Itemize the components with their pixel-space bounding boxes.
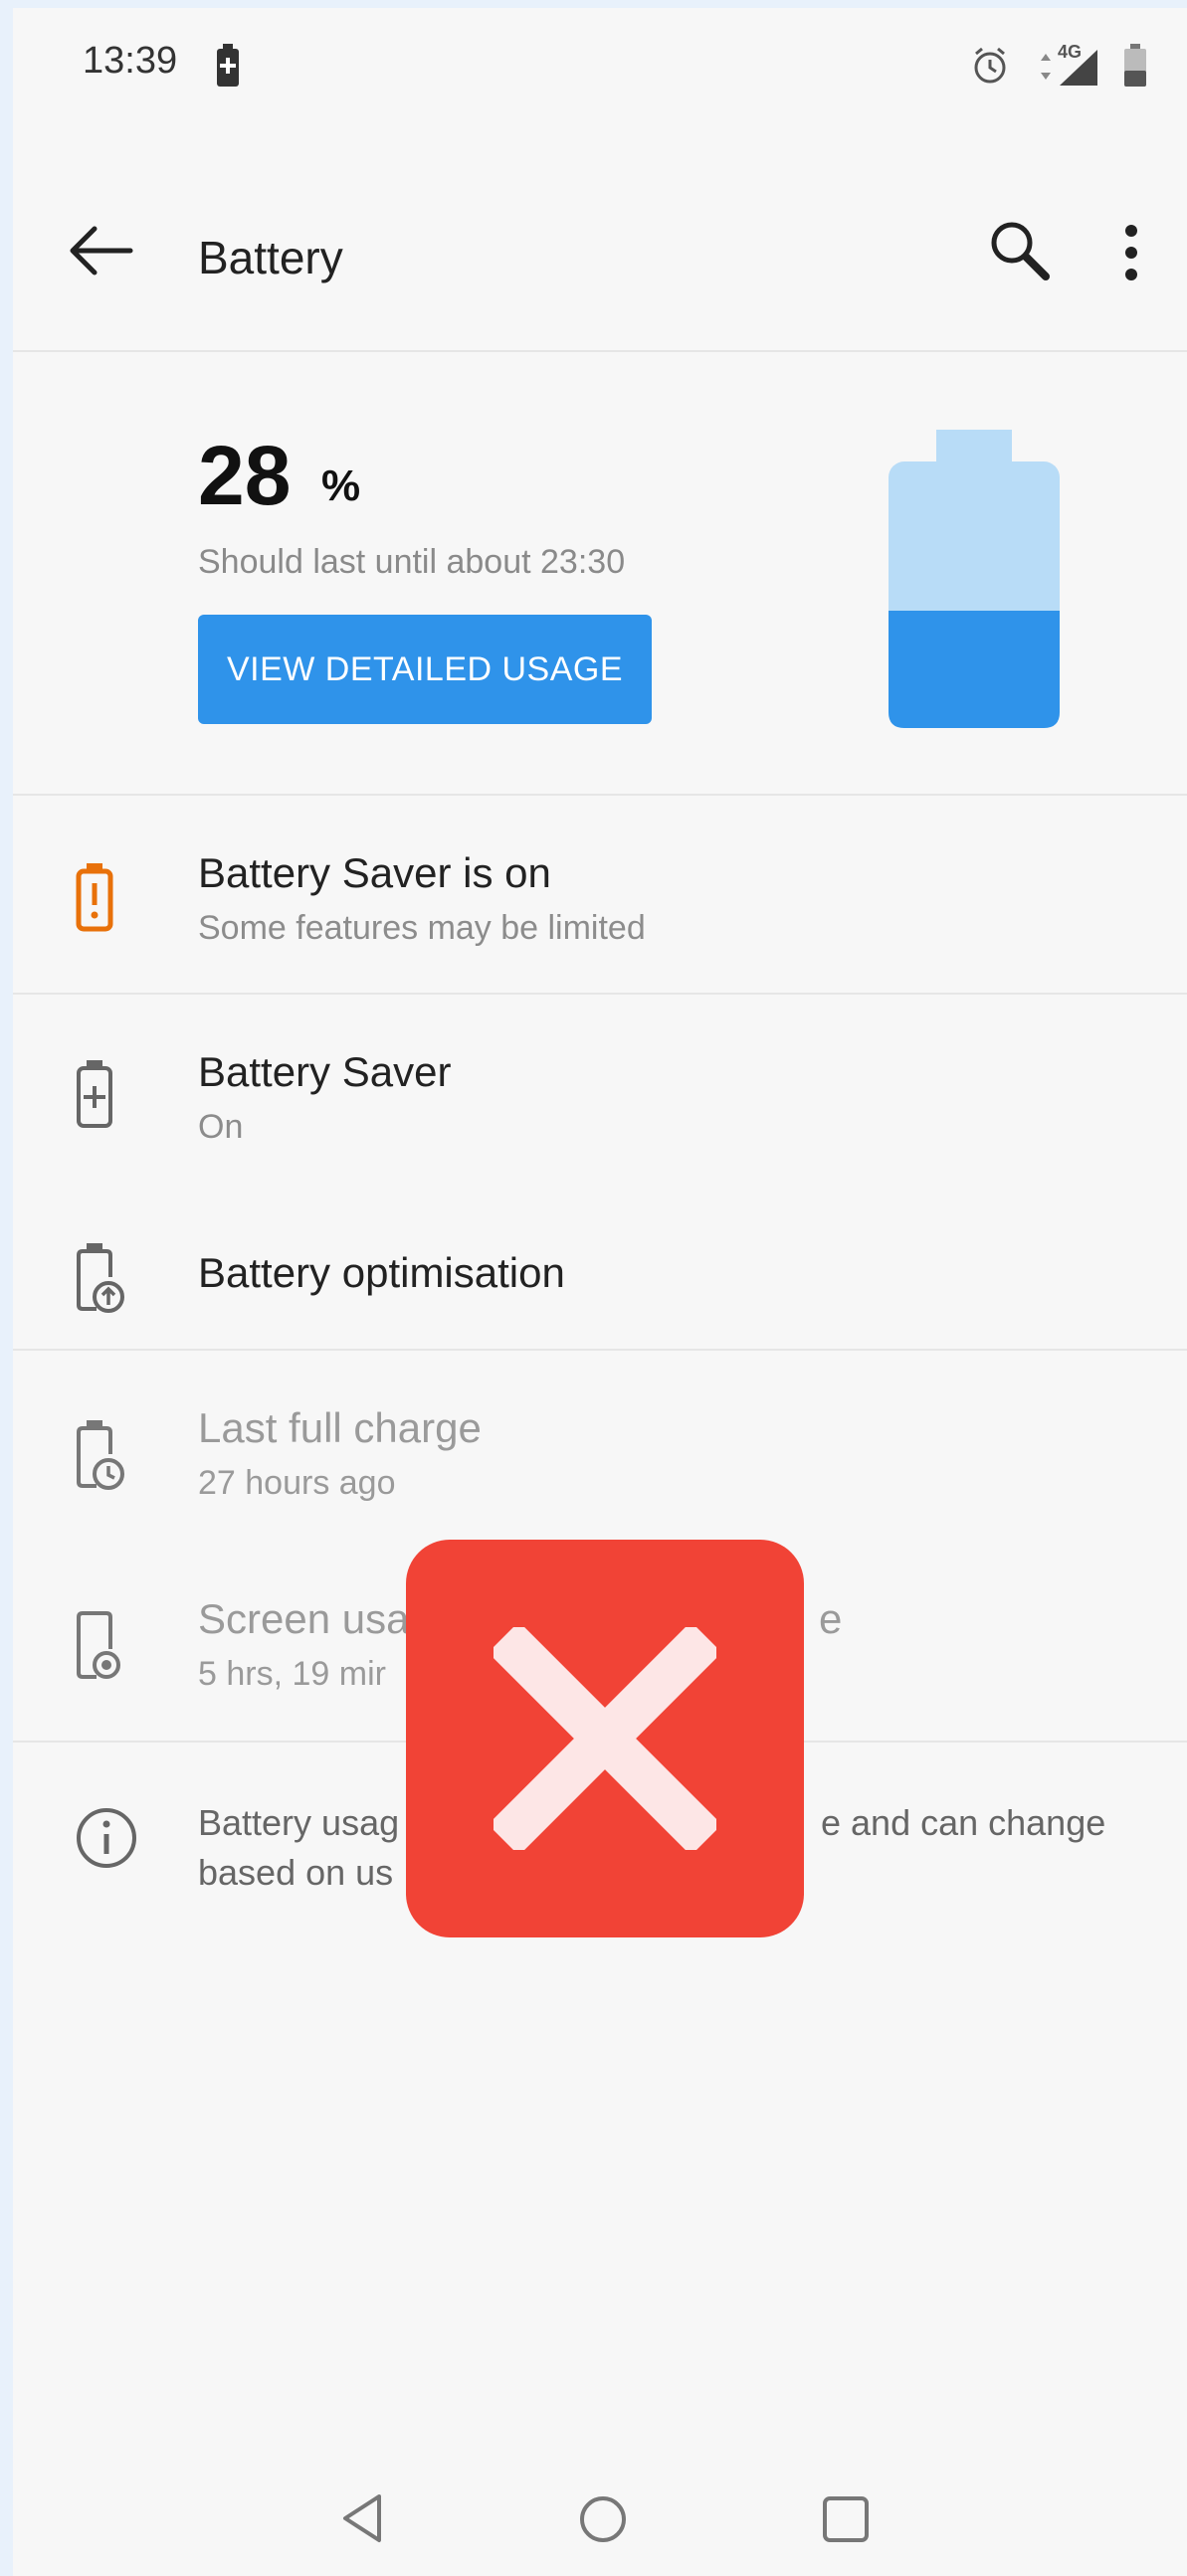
row-title: Last full charge bbox=[198, 1404, 482, 1451]
signal-icon bbox=[1060, 50, 1097, 86]
battery-plus-icon bbox=[77, 1060, 112, 1128]
divider bbox=[13, 1349, 1187, 1351]
battery-alert-icon bbox=[76, 863, 113, 932]
row-subtitle: On bbox=[198, 1108, 244, 1146]
battery-saver-alert-row[interactable]: Battery Saver is on Some features may be… bbox=[13, 804, 1187, 993]
battery-fill bbox=[889, 611, 1060, 728]
battery-clock-icon bbox=[77, 1420, 124, 1490]
battery-optimisation-icon bbox=[77, 1243, 124, 1313]
navigation-bar bbox=[13, 2435, 1187, 2574]
view-detailed-usage-button[interactable]: VIEW DETAILED USAGE bbox=[198, 615, 652, 724]
battery-optimisation-row[interactable]: Battery optimisation bbox=[13, 1192, 1187, 1351]
battery-saver-status-icon bbox=[217, 44, 239, 87]
error-overlay bbox=[406, 1540, 804, 1937]
page-title: Battery bbox=[198, 232, 343, 283]
info-text-line1-end: e and can change bbox=[821, 1802, 1106, 1843]
battery-percent: 28 bbox=[198, 429, 292, 522]
row-title: Battery Saver bbox=[198, 1048, 452, 1095]
home-circle-icon[interactable] bbox=[578, 2494, 628, 2544]
back-triangle-icon[interactable] bbox=[339, 2492, 385, 2544]
search-icon[interactable] bbox=[984, 215, 1056, 286]
percent-sign: % bbox=[321, 461, 361, 510]
battery-level-graphic bbox=[889, 430, 1060, 728]
battery-icon bbox=[1124, 44, 1146, 87]
row-title: Battery Saver is on bbox=[198, 849, 551, 896]
row-title-tail: e bbox=[819, 1595, 843, 1642]
battery-cap bbox=[936, 430, 1012, 463]
last-full-charge-row: Last full charge 27 hours ago bbox=[13, 1357, 1187, 1552]
app-bar: Battery bbox=[13, 187, 1187, 336]
recents-square-icon[interactable] bbox=[821, 2494, 871, 2544]
status-bar: 13:39 4G bbox=[13, 8, 1187, 117]
close-x-icon bbox=[494, 1627, 716, 1850]
alarm-icon bbox=[974, 47, 1006, 84]
back-arrow-icon[interactable] bbox=[67, 223, 134, 278]
screen-usage-icon bbox=[77, 1611, 120, 1679]
row-title: Screen usa bbox=[198, 1595, 410, 1642]
more-options-icon[interactable] bbox=[1119, 221, 1143, 284]
screen: 13:39 4G Battery 28 % Should last until … bbox=[13, 8, 1187, 2576]
battery-saver-row[interactable]: Battery Saver On bbox=[13, 1003, 1187, 1192]
row-subtitle: 27 hours ago bbox=[198, 1464, 396, 1502]
battery-estimate: Should last until about 23:30 bbox=[198, 543, 626, 581]
divider bbox=[13, 794, 1187, 796]
divider bbox=[13, 350, 1187, 352]
row-subtitle: Some features may be limited bbox=[198, 909, 646, 947]
status-time: 13:39 bbox=[83, 40, 178, 82]
battery-summary: 28 % Should last until about 23:30 VIEW … bbox=[13, 358, 1187, 802]
info-icon bbox=[77, 1808, 136, 1868]
row-title: Battery optimisation bbox=[198, 1249, 565, 1296]
data-arrows-icon bbox=[1041, 54, 1051, 80]
row-subtitle: 5 hrs, 19 mir bbox=[198, 1655, 386, 1693]
divider bbox=[13, 993, 1187, 995]
